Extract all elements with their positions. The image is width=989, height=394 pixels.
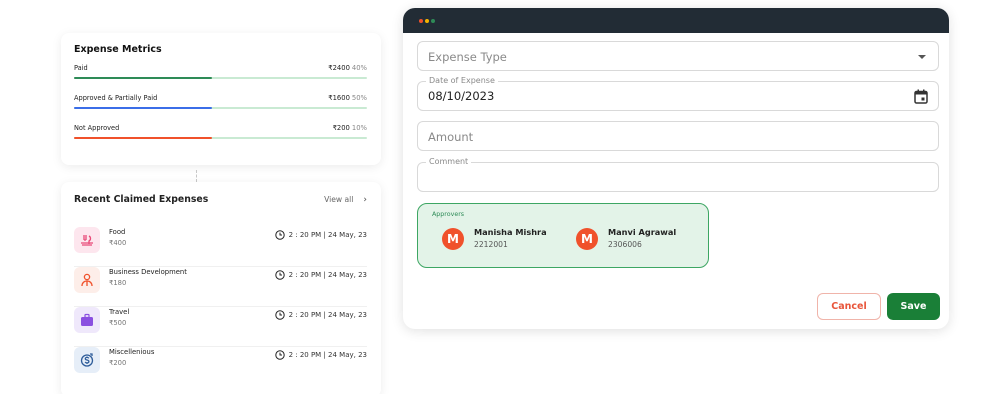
clock-icon bbox=[274, 230, 285, 240]
date-of-expense-field[interactable]: Date of Expense 08/10/2023 bbox=[417, 76, 939, 111]
money-icon bbox=[74, 347, 100, 373]
amount-placeholder: Amount bbox=[428, 130, 474, 144]
metric-not-approved: Not Approved ₹200 10% bbox=[74, 124, 367, 139]
recent-expenses-card: Recent Claimed Expenses View all › Food … bbox=[61, 182, 381, 394]
metric-label: Not Approved bbox=[74, 124, 120, 132]
window-dot-green bbox=[431, 18, 435, 23]
avatar: M bbox=[442, 228, 464, 250]
window-titlebar bbox=[403, 8, 949, 33]
expense-item-food[interactable]: Food ₹400 2 : 20 PM | 24 May, 23 bbox=[74, 227, 367, 267]
save-button[interactable]: Save bbox=[887, 293, 940, 320]
expense-name: Food bbox=[109, 228, 126, 236]
recent-title: Recent Claimed Expenses bbox=[74, 194, 209, 205]
expense-amount: ₹500 bbox=[109, 319, 127, 327]
expense-time-label: 2 : 20 PM | 24 May, 23 bbox=[288, 271, 367, 279]
expense-time-label: 2 : 20 PM | 24 May, 23 bbox=[288, 351, 367, 359]
metric-paid: Paid ₹2400 40% bbox=[74, 64, 367, 79]
metric-amount: ₹1600 bbox=[328, 94, 350, 102]
expense-name: Business Development bbox=[109, 268, 187, 276]
clock-icon bbox=[274, 350, 285, 360]
chevron-right-icon: › bbox=[363, 194, 367, 205]
window-dot-red bbox=[419, 18, 423, 23]
metric-label: Paid bbox=[74, 64, 88, 72]
amount-input[interactable]: Amount bbox=[417, 121, 939, 151]
expense-item-miscellenious[interactable]: Miscellenious ₹200 2 : 20 PM | 24 May, 2… bbox=[74, 347, 367, 387]
clock-icon bbox=[274, 310, 285, 320]
metric-progress-fill bbox=[74, 77, 212, 79]
comment-input[interactable]: Comment bbox=[417, 157, 939, 192]
metric-amount: ₹200 bbox=[332, 124, 350, 132]
expense-amount: ₹200 bbox=[109, 359, 127, 367]
approver-id: 2212001 bbox=[474, 240, 508, 249]
expense-name: Miscellenious bbox=[109, 348, 155, 356]
metrics-title: Expense Metrics bbox=[74, 44, 162, 55]
metric-approved: Approved & Partially Paid ₹1600 50% bbox=[74, 94, 367, 109]
expense-name: Travel bbox=[109, 308, 130, 316]
approvers-label: Approvers bbox=[432, 211, 465, 218]
comment-label: Comment bbox=[426, 157, 472, 166]
approver-name: Manvi Agrawal bbox=[608, 227, 677, 237]
suitcase-icon bbox=[74, 307, 100, 333]
metric-percent: 40% bbox=[351, 64, 367, 72]
metric-progress-bar bbox=[74, 107, 367, 109]
expense-time-label: 2 : 20 PM | 24 May, 23 bbox=[288, 231, 367, 239]
view-all-label: View all bbox=[324, 195, 354, 204]
metric-label: Approved & Partially Paid bbox=[74, 94, 158, 102]
cancel-button[interactable]: Cancel bbox=[817, 293, 881, 320]
expense-amount: ₹180 bbox=[109, 279, 127, 287]
expense-metrics-card: Expense Metrics Paid ₹2400 40% Approved &… bbox=[61, 33, 381, 165]
expense-time: 2 : 20 PM | 24 May, 23 bbox=[274, 350, 367, 360]
expense-type-placeholder: Expense Type bbox=[428, 50, 507, 64]
metric-amount: ₹2400 bbox=[328, 64, 350, 72]
view-all-link[interactable]: View all › bbox=[324, 195, 367, 205]
expense-time: 2 : 20 PM | 24 May, 23 bbox=[274, 310, 367, 320]
approver-id: 2306006 bbox=[608, 240, 642, 249]
expense-type-select[interactable]: Expense Type bbox=[417, 41, 939, 71]
food-icon bbox=[74, 227, 100, 253]
date-field-value: 08/10/2023 bbox=[428, 89, 495, 103]
expense-time-label: 2 : 20 PM | 24 May, 23 bbox=[288, 311, 367, 319]
connector-line bbox=[196, 170, 198, 182]
screen: Expense Metrics Paid ₹2400 40% Approved &… bbox=[0, 0, 989, 394]
approvers-panel: Approvers M Manisha Mishra 2212001 M Man… bbox=[417, 203, 709, 268]
expense-amount: ₹400 bbox=[109, 239, 127, 247]
calendar-icon[interactable] bbox=[914, 89, 928, 104]
approver-name: Manisha Mishra bbox=[474, 227, 547, 237]
expense-time: 2 : 20 PM | 24 May, 23 bbox=[274, 270, 367, 280]
date-field-label: Date of Expense bbox=[426, 76, 498, 85]
metric-progress-fill bbox=[74, 107, 212, 109]
dropdown-caret-icon[interactable] bbox=[918, 55, 926, 59]
expense-item-business-development[interactable]: Business Development ₹180 2 : 20 PM | 24… bbox=[74, 267, 367, 307]
expense-form-window: Expense Type Date of Expense 08/10/2023 … bbox=[403, 8, 949, 329]
metric-progress-bar bbox=[74, 137, 367, 139]
metric-percent: 10% bbox=[351, 124, 367, 132]
expense-item-travel[interactable]: Travel ₹500 2 : 20 PM | 24 May, 23 bbox=[74, 307, 367, 347]
metric-progress-bar bbox=[74, 77, 367, 79]
avatar: M bbox=[576, 228, 598, 250]
metric-progress-fill bbox=[74, 137, 212, 139]
clock-icon bbox=[274, 270, 285, 280]
window-dot-yellow bbox=[425, 18, 429, 23]
expense-time: 2 : 20 PM | 24 May, 23 bbox=[274, 230, 367, 240]
person-icon bbox=[74, 267, 100, 293]
metric-percent: 50% bbox=[351, 94, 367, 102]
